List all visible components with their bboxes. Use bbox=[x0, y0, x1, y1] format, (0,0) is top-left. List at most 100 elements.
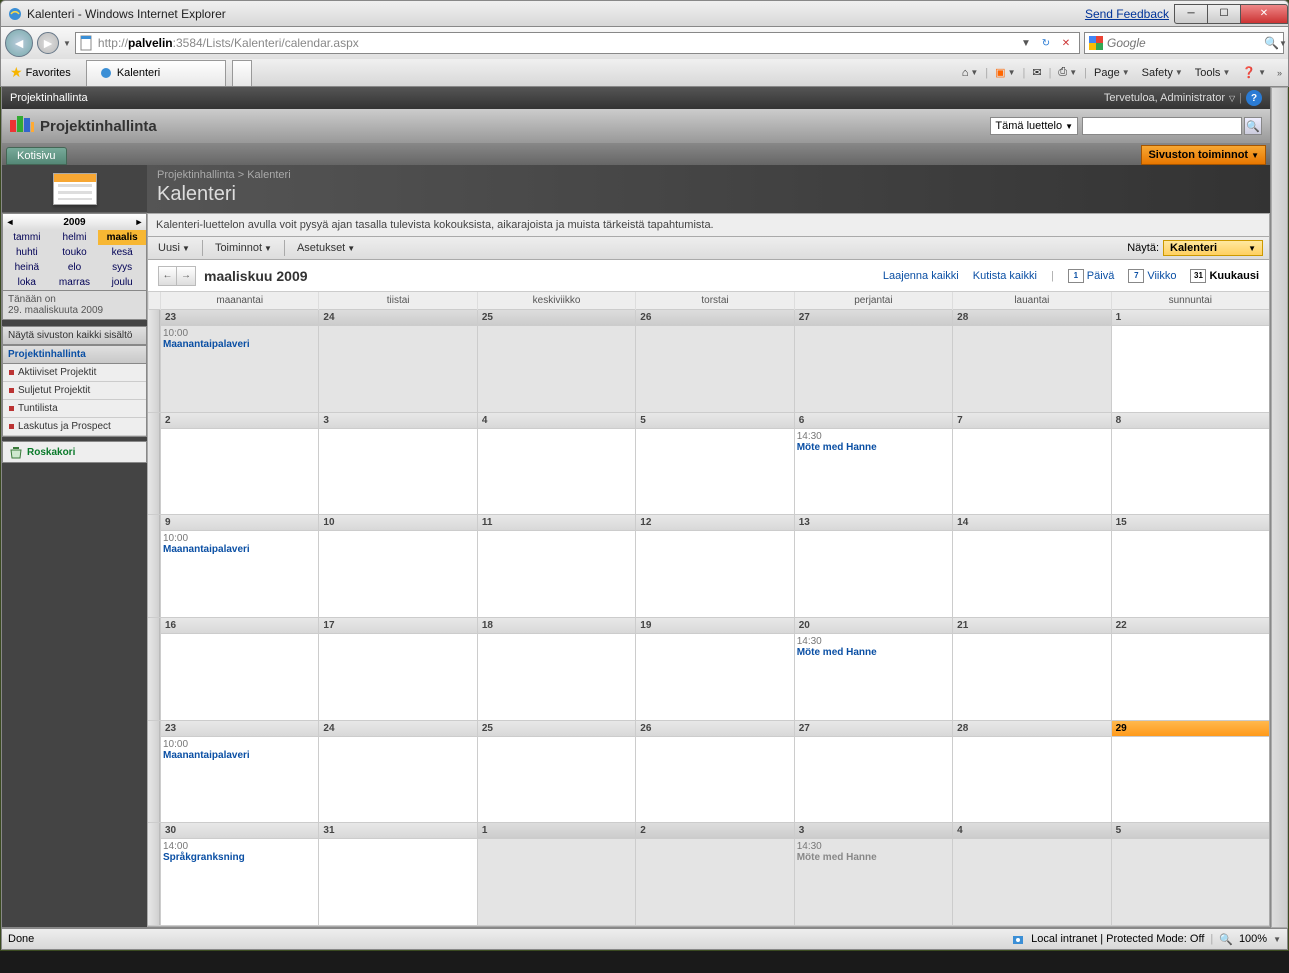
day-cell[interactable]: 17 bbox=[318, 618, 476, 720]
day-cell[interactable]: 5 bbox=[1111, 823, 1269, 925]
recycle-bin-link[interactable]: Roskakori bbox=[2, 441, 147, 463]
event-title[interactable]: Möte med Hanne bbox=[797, 442, 950, 453]
safety-menu[interactable]: Safety▼ bbox=[1137, 62, 1188, 84]
mini-month-helmi[interactable]: helmi bbox=[51, 230, 99, 245]
browser-tab[interactable]: Kalenteri bbox=[86, 60, 226, 86]
help-icon[interactable]: ? bbox=[1246, 90, 1262, 106]
favorites-button[interactable]: ★ Favorites bbox=[1, 61, 80, 85]
back-button[interactable]: ◄ bbox=[5, 29, 33, 57]
home-tab[interactable]: Kotisivu bbox=[6, 147, 67, 165]
event-title[interactable]: Möte med Hanne bbox=[797, 852, 950, 863]
zoom-icon[interactable]: 🔍 bbox=[1219, 933, 1233, 946]
mail-button[interactable]: ✉ bbox=[1027, 62, 1046, 84]
day-cell[interactable]: 22 bbox=[1111, 618, 1269, 720]
event-title[interactable]: Maanantaipalaveri bbox=[163, 750, 316, 761]
help-button[interactable]: ❓▼ bbox=[1237, 62, 1271, 84]
chevron-right-icon[interactable]: » bbox=[1277, 68, 1282, 78]
day-cell[interactable]: 29 bbox=[1111, 721, 1269, 823]
day-cell[interactable]: 2310:00Maanantaipalaveri bbox=[160, 310, 318, 412]
mini-month-tammi[interactable]: tammi bbox=[3, 230, 51, 245]
day-view-button[interactable]: 1Päivä bbox=[1068, 269, 1115, 283]
close-button[interactable]: ✕ bbox=[1240, 4, 1288, 24]
day-cell[interactable]: 3 bbox=[318, 413, 476, 515]
nav-item[interactable]: Suljetut Projektit bbox=[3, 382, 146, 400]
day-cell[interactable]: 28 bbox=[952, 310, 1110, 412]
day-cell[interactable]: 21 bbox=[952, 618, 1110, 720]
nav-item[interactable]: Aktiiviset Projektit bbox=[3, 364, 146, 382]
month-view-button[interactable]: 31Kuukausi bbox=[1190, 269, 1259, 283]
prev-month-button[interactable]: ← bbox=[159, 267, 177, 285]
event-title[interactable]: Möte med Hanne bbox=[797, 647, 950, 658]
event-title[interactable]: Maanantaipalaveri bbox=[163, 339, 316, 350]
day-cell[interactable]: 1 bbox=[1111, 310, 1269, 412]
home-button[interactable]: ⌂▼ bbox=[957, 62, 984, 84]
day-cell[interactable]: 18 bbox=[477, 618, 635, 720]
maximize-button[interactable]: ☐ bbox=[1207, 4, 1241, 24]
address-dropdown[interactable]: ▼ bbox=[1016, 33, 1036, 53]
next-month-button[interactable]: → bbox=[177, 267, 195, 285]
sp-search-button[interactable]: 🔍 bbox=[1244, 117, 1262, 135]
print-button[interactable]: ⎙▼ bbox=[1053, 62, 1082, 84]
search-box[interactable]: 🔍 ▼ bbox=[1084, 32, 1284, 54]
nav-dropdown[interactable]: ▼ bbox=[63, 39, 71, 48]
day-cell[interactable]: 15 bbox=[1111, 515, 1269, 617]
day-cell[interactable]: 26 bbox=[635, 721, 793, 823]
view-all-content-link[interactable]: Näytä sivuston kaikki sisältö bbox=[2, 326, 147, 345]
event-title[interactable]: Maanantaipalaveri bbox=[163, 544, 316, 555]
week-view-button[interactable]: 7Viikko bbox=[1128, 269, 1176, 283]
day-cell[interactable]: 27 bbox=[794, 310, 952, 412]
site-actions-button[interactable]: Sivuston toiminnot ▼ bbox=[1141, 145, 1266, 165]
mini-month-kesä[interactable]: kesä bbox=[98, 245, 146, 260]
event-title[interactable]: Språkgranksning bbox=[163, 852, 316, 863]
day-cell[interactable]: 910:00Maanantaipalaveri bbox=[160, 515, 318, 617]
day-cell[interactable]: 25 bbox=[477, 310, 635, 412]
sp-search-input[interactable] bbox=[1082, 117, 1242, 135]
day-cell[interactable]: 7 bbox=[952, 413, 1110, 515]
mini-month-marras[interactable]: marras bbox=[51, 275, 99, 290]
site-link[interactable]: Projektinhallinta bbox=[10, 92, 88, 104]
day-cell[interactable]: 24 bbox=[318, 310, 476, 412]
day-cell[interactable]: 19 bbox=[635, 618, 793, 720]
day-cell[interactable]: 25 bbox=[477, 721, 635, 823]
nav-section-header[interactable]: Projektinhallinta bbox=[2, 345, 147, 364]
day-cell[interactable]: 10 bbox=[318, 515, 476, 617]
nav-item[interactable]: Tuntilista bbox=[3, 400, 146, 418]
mini-month-maalis[interactable]: maalis bbox=[98, 230, 146, 245]
day-cell[interactable]: 14 bbox=[952, 515, 1110, 617]
vertical-scrollbar[interactable] bbox=[1271, 87, 1288, 928]
day-cell[interactable]: 2310:00Maanantaipalaveri bbox=[160, 721, 318, 823]
mini-month-loka[interactable]: loka bbox=[3, 275, 51, 290]
day-cell[interactable]: 4 bbox=[952, 823, 1110, 925]
day-cell[interactable]: 27 bbox=[794, 721, 952, 823]
mini-month-touko[interactable]: touko bbox=[51, 245, 99, 260]
day-cell[interactable]: 314:30Möte med Hanne bbox=[794, 823, 952, 925]
mini-month-syys[interactable]: syys bbox=[98, 260, 146, 275]
day-cell[interactable]: 614:30Möte med Hanne bbox=[794, 413, 952, 515]
week-handle[interactable] bbox=[148, 721, 160, 823]
day-cell[interactable]: 31 bbox=[318, 823, 476, 925]
nav-item[interactable]: Laskutus ja Prospect bbox=[3, 418, 146, 436]
forward-button[interactable]: ► bbox=[37, 32, 59, 54]
minimize-button[interactable]: ─ bbox=[1174, 4, 1208, 24]
search-input[interactable] bbox=[1107, 36, 1264, 50]
site-title[interactable]: Projektinhallinta bbox=[40, 118, 990, 135]
day-cell[interactable]: 2 bbox=[160, 413, 318, 515]
day-cell[interactable]: 13 bbox=[794, 515, 952, 617]
mini-next-button[interactable]: ► bbox=[132, 217, 146, 227]
new-tab-button[interactable] bbox=[232, 60, 252, 86]
welcome-text[interactable]: Tervetuloa, Administrator bbox=[1104, 92, 1225, 104]
day-cell[interactable]: 26 bbox=[635, 310, 793, 412]
day-cell[interactable]: 5 bbox=[635, 413, 793, 515]
mini-prev-button[interactable]: ◄ bbox=[3, 217, 17, 227]
day-cell[interactable]: 24 bbox=[318, 721, 476, 823]
mini-month-joulu[interactable]: joulu bbox=[98, 275, 146, 290]
mini-month-huhti[interactable]: huhti bbox=[3, 245, 51, 260]
search-go-button[interactable]: 🔍 bbox=[1264, 36, 1279, 50]
day-cell[interactable]: 4 bbox=[477, 413, 635, 515]
day-cell[interactable]: 2 bbox=[635, 823, 793, 925]
expand-all-link[interactable]: Laajenna kaikki bbox=[883, 270, 959, 282]
refresh-button[interactable]: ↻ bbox=[1036, 33, 1056, 53]
search-scope-dropdown[interactable]: Tämä luettelo ▼ bbox=[990, 117, 1078, 135]
breadcrumb-parent[interactable]: Projektinhallinta bbox=[157, 169, 235, 181]
settings-button[interactable]: Asetukset▼ bbox=[293, 242, 359, 254]
